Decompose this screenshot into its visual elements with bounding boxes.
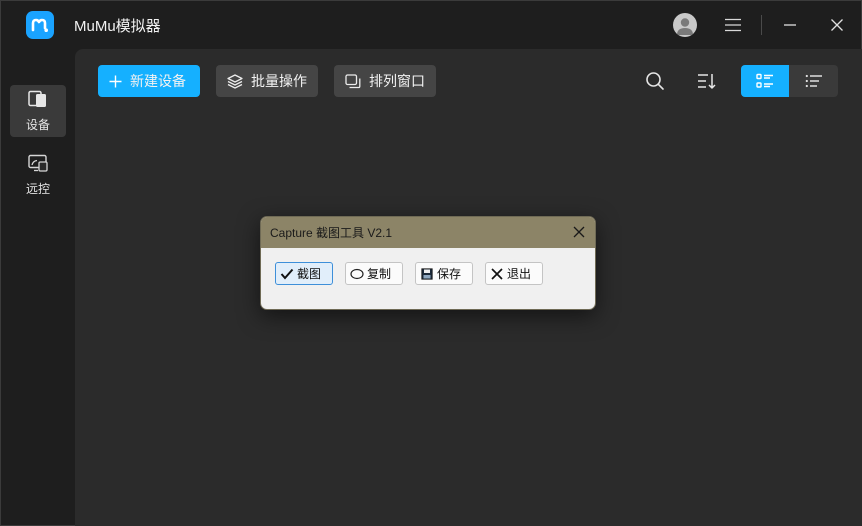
capture-label: 截图 [297,267,322,281]
device-icon [27,90,49,113]
close-icon[interactable] [817,9,857,41]
checkmark-icon [280,267,294,281]
copy-label: 复制 [367,267,392,281]
new-device-button[interactable]: 新建设备 [98,65,200,97]
plus-icon [109,75,122,88]
x-cross-icon [490,267,504,281]
layers-icon [227,73,243,89]
capture-button[interactable]: 截图 [275,262,333,285]
dialog-close-icon[interactable] [571,224,587,240]
sidebar: 设备 远控 [1,49,75,526]
search-icon[interactable] [641,67,669,95]
sort-icon[interactable] [692,67,720,95]
sidebar-item-devices[interactable]: 设备 [10,85,66,137]
app-window: MuMu模拟器 设备 远控 新建设备 批量操作 排列窗口 Capture 截图工… [0,0,862,526]
floppy-disk-icon [420,267,434,281]
exit-button[interactable]: 退出 [485,262,543,285]
list-view-icon[interactable] [790,65,838,97]
app-logo-icon [26,11,54,39]
sidebar-item-label: 远控 [25,181,50,196]
minimize-icon[interactable] [770,9,810,41]
new-device-label: 新建设备 [130,73,186,89]
copy-button[interactable]: 复制 [345,262,403,285]
title-bar: MuMu模拟器 [1,1,861,49]
batch-operations-button[interactable]: 批量操作 [216,65,318,97]
sidebar-item-remote[interactable]: 远控 [10,149,66,201]
view-mode-toggle [741,65,838,97]
card-view-icon[interactable] [741,65,789,97]
save-label: 保存 [437,267,462,281]
app-title: MuMu模拟器 [74,18,161,35]
user-avatar-icon[interactable] [673,13,697,37]
dialog-title-bar: Capture 截图工具 V2.1 [261,217,595,248]
titlebar-divider [761,15,762,35]
sidebar-item-label: 设备 [25,117,50,132]
ellipse-icon [350,267,364,281]
exit-label: 退出 [507,267,532,281]
save-button[interactable]: 保存 [415,262,473,285]
dialog-title: Capture 截图工具 V2.1 [270,226,393,240]
arrange-windows-label: 排列窗口 [369,73,425,89]
arrange-windows-button[interactable]: 排列窗口 [334,65,436,97]
batch-operations-label: 批量操作 [251,73,307,89]
capture-dialog: Capture 截图工具 V2.1 截图 复制 保存 退出 [260,216,596,310]
arrange-windows-icon [345,73,361,89]
hamburger-menu-icon[interactable] [713,9,753,41]
remote-control-icon [27,154,49,177]
